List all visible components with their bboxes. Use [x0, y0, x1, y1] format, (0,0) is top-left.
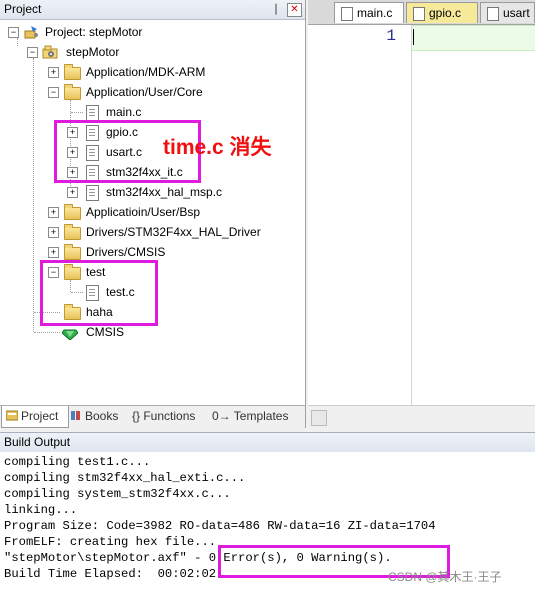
build-output-title: Build Output [4, 435, 71, 449]
tree-label: Application/User/Core [86, 85, 203, 99]
line-number: 1 [386, 27, 396, 45]
expand-toggle[interactable]: + [48, 67, 59, 78]
folder-icon [64, 64, 81, 80]
tab-label: Project [21, 409, 59, 423]
project-panel-title: Project [4, 2, 42, 16]
tree-label: stepMotor [66, 45, 120, 59]
tree-row-file[interactable]: + stm32f4xx_hal_msp.c [0, 182, 300, 202]
output-line: FromELF: creating hex file... [4, 535, 217, 549]
file-icon [487, 7, 499, 21]
books-icon [70, 407, 82, 420]
text-caret [413, 29, 414, 45]
tree-row-group[interactable]: + Drivers/CMSIS [0, 242, 300, 262]
folder-open-icon [64, 84, 81, 100]
editor-tab-main-c[interactable]: main.c [334, 2, 404, 23]
file-icon [341, 7, 353, 21]
tab-label: main.c [357, 6, 393, 20]
build-output-header: Build Output [0, 432, 535, 453]
tab-templates[interactable]: 0→ Templates [208, 406, 302, 427]
file-icon [86, 105, 99, 121]
tab-label: 0→ Templates [212, 409, 289, 423]
editor-tab-bar: main.c gpio.c usart [308, 0, 535, 25]
tab-project[interactable]: Project [1, 406, 69, 428]
project-panel-header: Project ❘ ✕ [0, 0, 305, 20]
output-line: Program Size: Code=3982 RO-data=486 RW-d… [4, 519, 436, 533]
collapse-toggle[interactable]: − [48, 87, 59, 98]
pin-icon[interactable]: ❘ [270, 2, 282, 16]
output-line: compiling test1.c... [4, 455, 151, 469]
tree-label: Drivers/CMSIS [86, 245, 166, 259]
watermark-text: CSDN @其木王·王子 [388, 570, 502, 584]
expand-toggle[interactable]: + [48, 227, 59, 238]
tree-label: main.c [106, 105, 142, 119]
cmsis-gem-icon [61, 326, 79, 341]
output-line: Build Time Elapsed: 00:02:02 [4, 567, 217, 581]
tab-books[interactable]: Books [66, 406, 128, 427]
expand-toggle[interactable]: + [67, 187, 78, 198]
tab-label: Books [85, 409, 119, 423]
target-icon [42, 45, 60, 59]
folder-icon [64, 224, 81, 240]
output-line: compiling stm32f4xx_hal_exti.c... [4, 471, 246, 485]
tree-label: Applicatioin/User/Bsp [86, 205, 201, 219]
expand-toggle[interactable]: + [48, 247, 59, 258]
tree-row-group[interactable]: + Drivers/STM32F4xx_HAL_Driver [0, 222, 300, 242]
tree-label: Project: stepMotor [45, 25, 143, 39]
file-icon [86, 185, 99, 201]
line-number-gutter: 1 [308, 25, 412, 405]
tree-row-group[interactable]: − Application/User/Core [0, 82, 300, 102]
annotation-box-test-group [40, 260, 158, 326]
editor-tab-usart[interactable]: usart [480, 2, 535, 23]
editor-tab-gpio-c[interactable]: gpio.c [406, 2, 478, 23]
tree-row-group[interactable]: + Application/MDK-ARM [0, 62, 300, 82]
tree-row-file[interactable]: main.c [0, 102, 300, 122]
tree-row-group[interactable]: + Applicatioin/User/Bsp [0, 202, 300, 222]
horizontal-scrollbar[interactable] [308, 405, 535, 429]
collapse-toggle[interactable]: − [27, 47, 38, 58]
tree-label: stm32f4xx_hal_msp.c [106, 185, 223, 199]
project-tab-bar: Project Books {} Functions 0→ Templates [0, 405, 305, 429]
tab-label: {} Functions [132, 409, 196, 423]
project-icon [5, 407, 19, 421]
tab-label: usart [503, 6, 530, 20]
file-icon [413, 7, 425, 21]
output-line: linking... [4, 503, 78, 517]
project-panel: Project ❘ ✕ − Project: stepMotor − stepM… [0, 0, 306, 429]
folder-icon [64, 244, 81, 260]
annotation-text: time.c 消失 [163, 136, 272, 159]
editor-area: main.c gpio.c usart 1 [308, 0, 535, 429]
project-root-icon [24, 25, 39, 39]
output-line: compiling system_stm32f4xx.c... [4, 487, 231, 501]
tree-label: Application/MDK-ARM [86, 65, 206, 79]
tree-label: Drivers/STM32F4xx_HAL_Driver [86, 225, 261, 239]
current-line-highlight[interactable] [412, 25, 535, 51]
close-icon[interactable]: ✕ [287, 3, 302, 17]
collapse-toggle[interactable]: − [8, 27, 19, 38]
expand-toggle[interactable]: + [48, 207, 59, 218]
tree-row-target[interactable]: − stepMotor [0, 42, 300, 62]
tab-label: gpio.c [429, 6, 462, 20]
tree-row-project-root[interactable]: − Project: stepMotor [0, 22, 300, 42]
folder-icon [64, 204, 81, 220]
scroll-left-button[interactable] [311, 410, 327, 426]
tab-functions[interactable]: {} Functions [128, 406, 210, 427]
